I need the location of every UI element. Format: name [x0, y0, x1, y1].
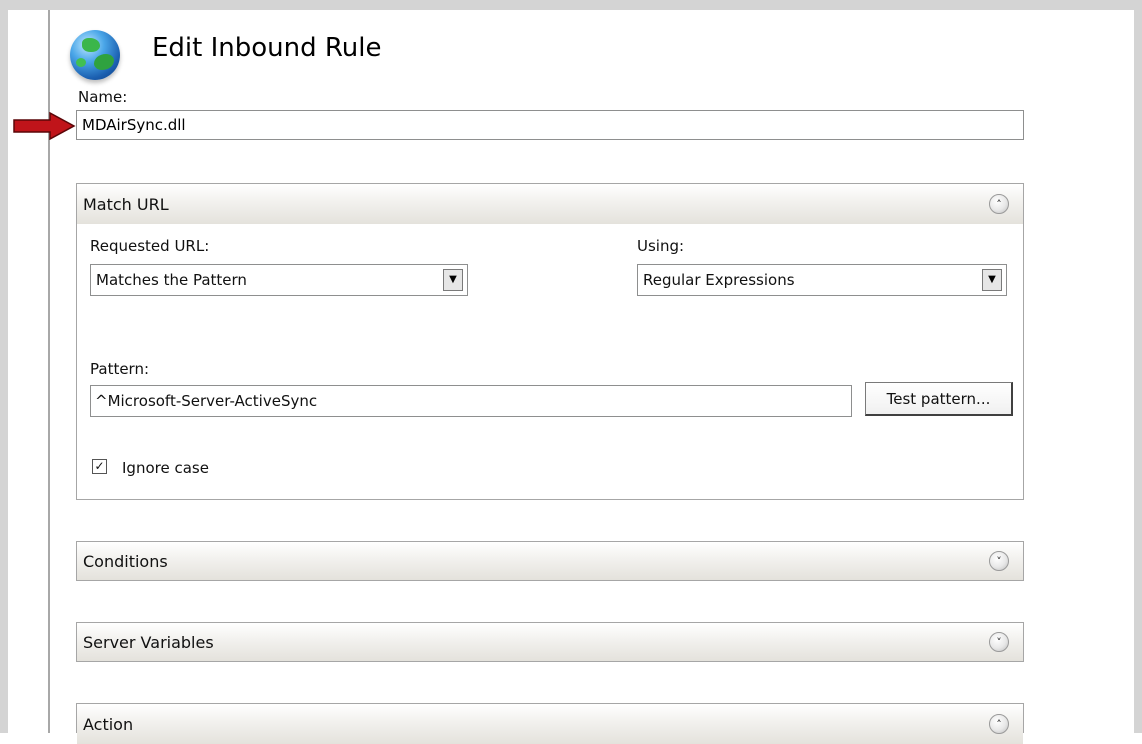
page-title: Edit Inbound Rule: [152, 33, 382, 63]
requested-url-value: Matches the Pattern: [96, 271, 247, 289]
red-arrow-icon: [13, 112, 76, 140]
ignore-case-label: Ignore case: [122, 459, 209, 477]
conditions-panel: Conditions ˅: [76, 541, 1024, 581]
match-url-panel: Match URL ˄: [76, 183, 1024, 500]
server-variables-title: Server Variables: [83, 632, 214, 652]
match-url-title: Match URL: [83, 194, 169, 214]
conditions-header[interactable]: Conditions ˅: [77, 542, 1023, 580]
ignore-case-checkbox[interactable]: ✓: [92, 459, 107, 474]
using-value: Regular Expressions: [643, 271, 795, 289]
dropdown-arrow-icon[interactable]: ▼: [443, 269, 463, 291]
action-panel: Action ˄: [76, 703, 1024, 744]
window-frame-left: [0, 0, 8, 733]
name-label: Name:: [78, 88, 128, 106]
dropdown-arrow-icon[interactable]: ▼: [982, 269, 1002, 291]
action-header[interactable]: Action ˄: [77, 704, 1023, 744]
chevron-up-icon[interactable]: ˄: [989, 714, 1009, 734]
requested-url-label: Requested URL:: [90, 237, 210, 255]
match-url-header[interactable]: Match URL ˄: [77, 184, 1023, 224]
globe-icon: [70, 30, 120, 80]
conditions-title: Conditions: [83, 551, 168, 571]
server-variables-panel: Server Variables ˅: [76, 622, 1024, 662]
window-frame-top: [0, 0, 1142, 10]
chevron-up-icon[interactable]: ˄: [989, 194, 1009, 214]
test-pattern-button[interactable]: Test pattern...: [865, 382, 1013, 416]
using-select[interactable]: Regular Expressions ▼: [637, 264, 1007, 296]
server-variables-header[interactable]: Server Variables ˅: [77, 623, 1023, 661]
requested-url-select[interactable]: Matches the Pattern ▼: [90, 264, 468, 296]
name-input[interactable]: MDAirSync.dll: [76, 110, 1024, 140]
pattern-input[interactable]: ^Microsoft-Server-ActiveSync: [90, 385, 852, 417]
pattern-label: Pattern:: [90, 360, 150, 378]
action-title: Action: [83, 714, 134, 734]
chevron-down-icon[interactable]: ˅: [989, 551, 1009, 571]
using-label: Using:: [637, 237, 685, 255]
chevron-down-icon[interactable]: ˅: [989, 632, 1009, 652]
window-frame-right: [1134, 0, 1142, 733]
